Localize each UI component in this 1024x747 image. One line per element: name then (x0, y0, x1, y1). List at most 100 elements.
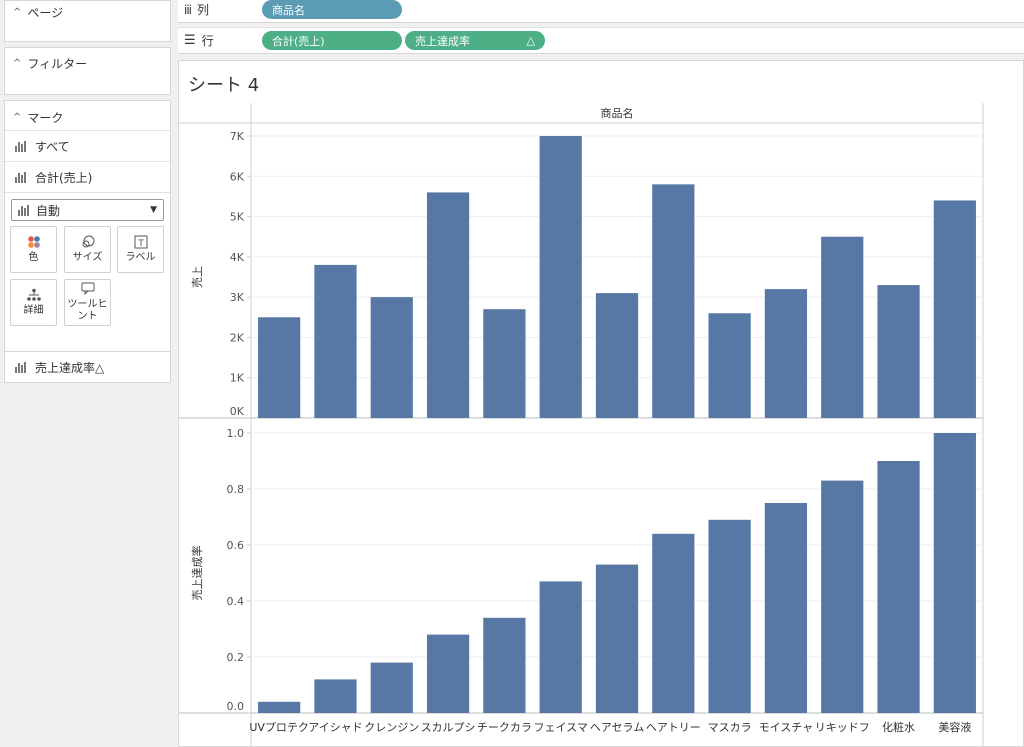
detail-button-label: 詳細 (23, 305, 44, 316)
rows-icon: ☰ (184, 33, 196, 48)
sales-bar (595, 293, 639, 418)
x-category-label: スカルプシ (421, 721, 476, 734)
detail-button[interactable]: 詳細 (10, 279, 57, 326)
sales-tick-label: 3K (230, 291, 245, 304)
color-button-label: 色 (28, 252, 39, 263)
rate-bar (708, 519, 751, 713)
marks-all-row[interactable]: すべて (5, 130, 170, 161)
size-button[interactable]: サイズ (64, 226, 111, 273)
x-category-label: 化粧水 (882, 720, 915, 734)
rate-bar (764, 503, 808, 713)
filters-title: フィルター (27, 56, 88, 71)
pages-title: ページ (27, 5, 64, 20)
table-calc-triangle-icon: △ (526, 34, 535, 47)
mark-type-select[interactable]: 自動 ▼ (11, 199, 164, 221)
marks-sales-label: 合計(売上) (35, 170, 93, 185)
pill-product-name[interactable]: 商品名 (262, 0, 402, 19)
x-category-label: モイスチャ (759, 721, 814, 734)
sales-tick-label: 6K (230, 170, 245, 183)
sales-tick-label: 0K (230, 405, 245, 418)
marks-sales-row[interactable]: 合計(売上) (5, 161, 170, 192)
marks-header[interactable]: ^ マーク (5, 105, 170, 130)
sales-bar (652, 184, 695, 418)
rate-tick-label: 1.0 (227, 427, 245, 440)
columns-shelf-label: iii 列 (178, 1, 262, 18)
sales-bar (483, 309, 526, 418)
sales-tick-label: 1K (230, 372, 245, 385)
caret-up-icon[interactable]: ^ (13, 112, 21, 123)
x-category-label: ヘアセラム (590, 721, 644, 734)
x-category-label: チークカラ (477, 721, 532, 734)
marks-all-label: すべて (35, 139, 70, 154)
rate-bar (483, 617, 526, 713)
color-button[interactable]: 色 (10, 226, 57, 273)
size-button-label: サイズ (72, 252, 103, 263)
bar-chart-icon (15, 361, 27, 373)
label-button[interactable]: T ラベル (117, 226, 164, 273)
rows-label-text: 行 (201, 34, 214, 48)
pill-sum-sales[interactable]: 合計(売上) (262, 31, 402, 50)
pages-card: ^ ページ (4, 0, 171, 42)
sales-bar (314, 264, 357, 418)
rate-bar (370, 662, 413, 713)
rate-y-axis-label: 売上達成率 (190, 546, 204, 601)
columns-icon: iii (184, 2, 192, 17)
tooltip-button[interactable]: ツールヒ ント (64, 279, 111, 326)
rate-bar (314, 679, 357, 713)
tableau-workspace: ^ ページ ^ フィルター ^ マーク すべて 合計(売上) 自動 ▼ 色 サイ… (0, 0, 1024, 747)
sales-tick-label: 4K (230, 251, 245, 264)
tooltip-button-label: ツールヒ ント (67, 299, 108, 322)
rate-bar (258, 701, 301, 713)
label-button-label: ラベル (125, 252, 156, 263)
rate-bar (426, 634, 470, 713)
caret-up-icon[interactable]: ^ (13, 58, 21, 69)
pill-sum-sales-text: 合計(売上) (272, 34, 325, 48)
columns-label-text: 列 (197, 3, 210, 17)
x-category-label: マスカラ (708, 721, 752, 734)
bar-chart-icon (15, 171, 27, 183)
sales-bar (877, 285, 920, 418)
rate-bar (933, 433, 976, 713)
bar-chart-icon (18, 204, 30, 216)
pill-product-name-text: 商品名 (272, 3, 305, 17)
rate-marks-label: 売上達成率△ (35, 360, 105, 375)
x-category-label: クレンジン (364, 721, 419, 734)
filters-header[interactable]: ^ フィルター (5, 52, 170, 74)
rate-bar (877, 461, 920, 713)
rate-marks-row[interactable]: 売上達成率△ (4, 351, 171, 383)
rate-bar (652, 533, 695, 713)
x-category-label: UVプロテク (249, 721, 309, 734)
pages-header[interactable]: ^ ページ (5, 1, 170, 23)
pill-sales-rate[interactable]: 売上達成率 △ (405, 31, 545, 50)
marks-card: ^ マーク すべて 合計(売上) 自動 ▼ 色 サイズ T ラベル 詳細 ツール… (4, 100, 171, 383)
x-category-label: リキッドフ (815, 721, 870, 734)
sales-bar (258, 317, 301, 418)
mark-type-value: 自動 (36, 203, 61, 218)
sales-bar (539, 136, 582, 418)
worksheet: シート 4 商品名 0K 1K 2K 3K 4K 5K 6K 7K 売上 0.0 0.2 0.4 0.… (178, 60, 1024, 747)
x-category-label: フェイスマ (534, 721, 588, 734)
sales-bar (370, 297, 413, 418)
rate-bar (539, 581, 582, 713)
tooltip-bubble-icon (81, 282, 95, 296)
left-panel: ^ ページ ^ フィルター ^ マーク すべて 合計(売上) 自動 ▼ 色 サイ… (0, 0, 174, 747)
pill-sales-rate-text: 売上達成率 (415, 34, 470, 48)
sales-tick-label: 2K (230, 331, 245, 344)
sales-bar (426, 192, 470, 418)
x-category-label: 美容液 (938, 720, 971, 734)
columns-shelf[interactable]: iii 列 商品名 (178, 0, 1024, 23)
rows-shelf[interactable]: ☰ 行 合計(売上) 売上達成率 △ (178, 27, 1024, 54)
svg-text:T: T (137, 239, 144, 249)
filters-card: ^ フィルター (4, 47, 171, 95)
sales-tick-label: 5K (230, 211, 245, 224)
bar-chart-icon (15, 140, 27, 152)
sales-bar (821, 236, 864, 418)
dropdown-arrow-icon: ▼ (150, 205, 157, 215)
rate-tick-label: 0.8 (227, 483, 245, 496)
caret-up-icon[interactable]: ^ (13, 7, 21, 18)
sales-y-axis-label: 売上 (191, 266, 204, 288)
text-label-icon: T (134, 235, 148, 249)
detail-hierarchy-icon (26, 288, 41, 302)
rate-bar (595, 564, 639, 713)
chart-area: 商品名 0K 1K 2K 3K 4K 5K 6K 7K 売上 0.0 0.2 0.4 0.6 0.8 1.… (179, 103, 984, 747)
